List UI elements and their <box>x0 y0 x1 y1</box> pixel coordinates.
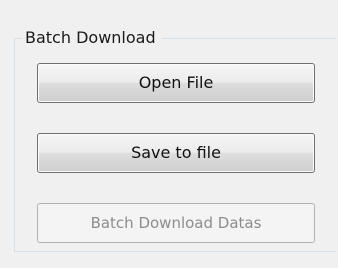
batch-download-datas-button[interactable]: Batch Download Datas <box>37 203 315 243</box>
open-file-button[interactable]: Open File <box>37 63 315 103</box>
save-to-file-button[interactable]: Save to file <box>37 133 315 173</box>
group-title: Batch Download <box>22 27 162 49</box>
